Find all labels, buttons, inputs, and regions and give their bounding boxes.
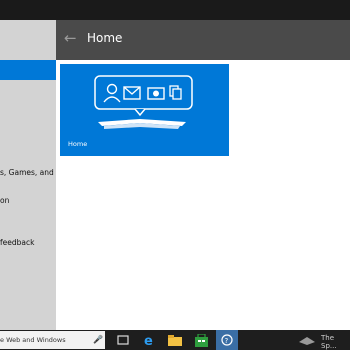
feedback-app-icon[interactable]: ? <box>216 330 238 350</box>
header-bar: ← Home <box>56 20 350 60</box>
main-content: ← Home Home <box>56 20 350 330</box>
svg-text:e: e <box>144 334 153 347</box>
taskbar-search-box[interactable]: e Web and Windows 🎤 <box>0 331 105 349</box>
sidebar-item-home-selected[interactable] <box>0 60 56 80</box>
store-icon[interactable] <box>190 330 212 350</box>
person-icon <box>106 83 118 95</box>
sidebar-header <box>0 20 56 60</box>
tray-text: The Sp... <box>321 334 337 350</box>
tray-notebook-icon[interactable] <box>296 330 318 350</box>
task-view-icon[interactable] <box>112 330 134 350</box>
tile-label: Home <box>68 140 88 148</box>
sidebar: s, Games, and on feedback <box>0 20 56 330</box>
sidebar-item-feedback-label[interactable]: feedback <box>0 238 34 247</box>
svg-text:?: ? <box>225 337 229 345</box>
microphone-icon[interactable]: 🎤 <box>93 335 103 344</box>
home-tile[interactable]: Home <box>60 64 229 156</box>
back-arrow-icon[interactable]: ← <box>64 31 77 46</box>
sidebar-item-store-label[interactable]: s, Games, and <box>0 168 54 177</box>
sidebar-item-option-label[interactable]: on <box>0 196 9 205</box>
file-explorer-icon[interactable] <box>164 330 186 350</box>
window-top-strip <box>0 0 350 20</box>
search-placeholder: e Web and Windows <box>0 336 66 344</box>
page-title: Home <box>87 31 123 45</box>
edge-browser-icon[interactable]: e <box>138 330 160 350</box>
